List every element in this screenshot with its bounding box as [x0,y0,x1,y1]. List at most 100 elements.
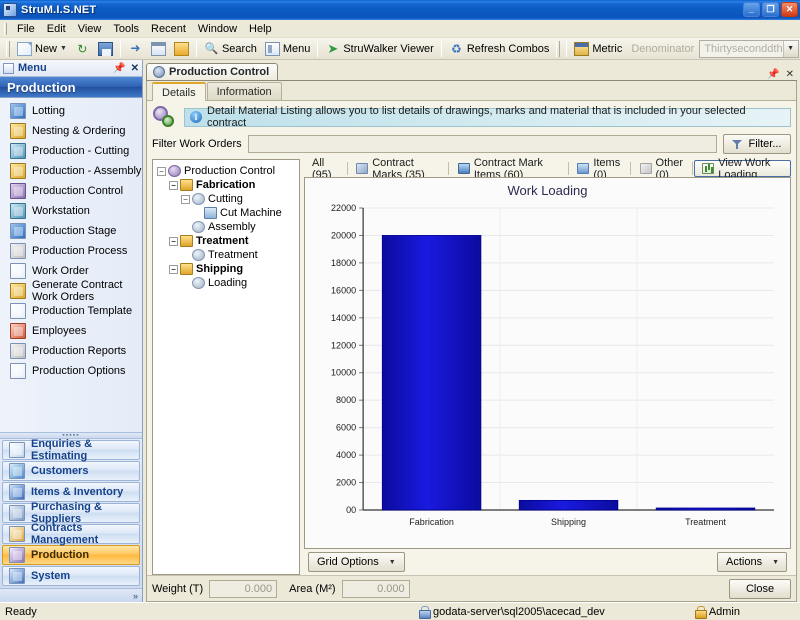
menu-help[interactable]: Help [243,22,278,36]
minimize-button[interactable]: _ [743,2,760,17]
actions-button[interactable]: Actions ▼ [717,552,787,572]
sidebar-item-nesting-ordering[interactable]: Nesting & Ordering [0,121,142,141]
sidebar-item-production-control[interactable]: Production Control [0,181,142,201]
menu-recent[interactable]: Recent [145,22,192,36]
right-pane: All (95) Contract Marks (35) Contract Ma… [304,157,791,575]
sidebar-group-production[interactable]: Production [2,545,140,565]
sidebar-group-customers[interactable]: Customers [2,461,140,481]
search-button[interactable]: 🔍 Search [200,39,261,58]
arrow-right-icon: ➜ [130,40,141,55]
refresh-button[interactable]: ↻ [71,39,94,58]
sidebar-item-work-order[interactable]: Work Order [0,261,142,281]
tree-node-assembly[interactable]: − Assembly [155,220,297,234]
sidebar-item-production-template[interactable]: Production Template [0,301,142,321]
sidebar-item-label: Nesting & Ordering [32,125,126,137]
grid-options-button[interactable]: Grid Options ▼ [308,552,405,572]
struwalker-viewer-button[interactable]: ➤ StruWalker Viewer [321,39,437,58]
filter-input[interactable] [247,135,717,153]
chevron-down-icon[interactable]: ▼ [782,40,798,57]
close-button[interactable]: ✕ [781,2,798,17]
save-button[interactable] [94,39,117,58]
menu-view[interactable]: View [72,22,108,36]
sidebar-group-items-inventory[interactable]: Items & Inventory [2,482,140,502]
svg-text:Shipping: Shipping [551,517,586,527]
folder-button[interactable] [170,39,193,58]
nesting-icon [10,123,26,139]
assembly-icon [10,163,26,179]
expander-icon[interactable]: − [169,180,178,190]
toolbar-grip-2[interactable] [556,40,561,57]
tree-node-shipping-group[interactable]: − Shipping [155,262,297,276]
sidebar-group-purchasing-suppliers[interactable]: Purchasing & Suppliers [2,501,140,525]
sidebar-overflow-button[interactable]: » [0,588,142,602]
close-icon[interactable]: ✕ [131,63,139,74]
tab-information[interactable]: Information [206,82,282,100]
menu-file[interactable]: File [11,22,41,36]
window-button[interactable] [147,39,170,58]
sidebar-item-label: Production - Cutting [32,145,130,157]
sidebar-group-contracts-management[interactable]: Contracts Management [2,522,140,546]
tab-details[interactable]: Details [152,82,206,101]
grid-tab-all[interactable]: All (95) [304,157,346,181]
sidebar-group-system[interactable]: System [2,566,140,586]
tree-node-label: Cutting [208,193,243,205]
filter-button[interactable]: Filter... [723,134,791,154]
pin-icon[interactable]: 📌 [767,69,779,80]
menu-grip[interactable] [4,22,7,35]
tree-node-fabrication[interactable]: − Fabrication [155,178,297,192]
refresh-combos-button[interactable]: ♻ Refresh Combos [445,39,554,58]
menu-tools[interactable]: Tools [107,22,145,36]
sidebar-item-label: Production Process [32,245,128,257]
tree-node-loading[interactable]: − Loading [155,276,297,290]
sidebar-item-production-cutting[interactable]: Production - Cutting [0,141,142,161]
sidebar-item-production-reports[interactable]: Production Reports [0,341,142,361]
close-icon[interactable]: ✕ [786,69,794,80]
pin-icon[interactable]: 📌 [113,63,125,74]
sidebar-item-production-assembly[interactable]: Production - Assembly [0,161,142,181]
tab-production-control[interactable]: Production Control [146,63,279,80]
close-document-button[interactable]: Close [729,578,791,599]
lock-icon [694,606,707,619]
sidebar-item-employees[interactable]: Employees [0,321,142,341]
sidebar-group-label: Enquiries & Estimating [31,438,93,462]
menu-button[interactable]: Menu [261,39,315,58]
sidebar-item-production-options[interactable]: Production Options [0,361,142,381]
tree-node-treatment[interactable]: − Treatment [155,248,297,262]
tree-node-cut-machine[interactable]: − Cut Machine [155,206,297,220]
refresh-combos-label: Refresh Combos [466,42,550,55]
tree-node-treatment-group[interactable]: − Treatment [155,234,297,248]
expander-icon[interactable]: − [169,264,178,274]
new-button[interactable]: New ▼ [13,39,71,58]
grid-tab-view-work-loading[interactable]: View Work Loading [694,157,791,181]
menu-edit[interactable]: Edit [41,22,72,36]
tree-node-label: Production Control [184,165,276,177]
grid-tab-contract-marks[interactable]: Contract Marks (35) [348,157,447,181]
sidebar-item-workstation[interactable]: Workstation [0,201,142,221]
maximize-button[interactable]: ❐ [762,2,779,17]
grid-tab-items[interactable]: Items (0) [569,157,628,181]
sidebar-item-generate-contract-work-orders[interactable]: Generate Contract Work Orders [0,279,142,303]
metric-button[interactable]: Metric [570,39,626,58]
menu-window[interactable]: Window [192,22,243,36]
title-bar: StruM.I.S.NET _ ❐ ✕ [0,0,800,20]
tree-node-production-control[interactable]: − Production Control [155,164,297,178]
grid-tab-other[interactable]: Other (0) [632,157,692,181]
tree-node-cutting[interactable]: − Cutting [155,192,297,206]
info-banner-row: i Detail Material Listing allows you to … [152,105,791,129]
toolbar-grip[interactable] [6,40,10,57]
sidebar-item-lotting[interactable]: Lotting [0,101,142,121]
expander-icon[interactable]: − [157,166,166,176]
close-button-label: Close [745,582,775,595]
sidebar-group-label: Contracts Management [31,522,99,546]
sidebar-item-production-process[interactable]: Production Process [0,241,142,261]
expander-icon[interactable]: − [169,236,178,246]
expander-icon[interactable]: − [181,194,190,204]
denominator-combo[interactable]: Thirtyseconddth ▼ [699,39,799,58]
production-tree[interactable]: − Production Control − Fabrication − Cut… [152,159,300,575]
tree-node-label: Cut Machine [220,207,282,219]
go-button[interactable]: ➜ [124,39,147,58]
sidebar-title: Menu [18,62,47,74]
sidebar-item-production-stage[interactable]: Production Stage [0,221,142,241]
grid-tab-contract-mark-items[interactable]: Contract Mark Items (60) [450,157,567,181]
sidebar-group-enquiries-estimating[interactable]: Enquiries & Estimating [2,438,140,462]
